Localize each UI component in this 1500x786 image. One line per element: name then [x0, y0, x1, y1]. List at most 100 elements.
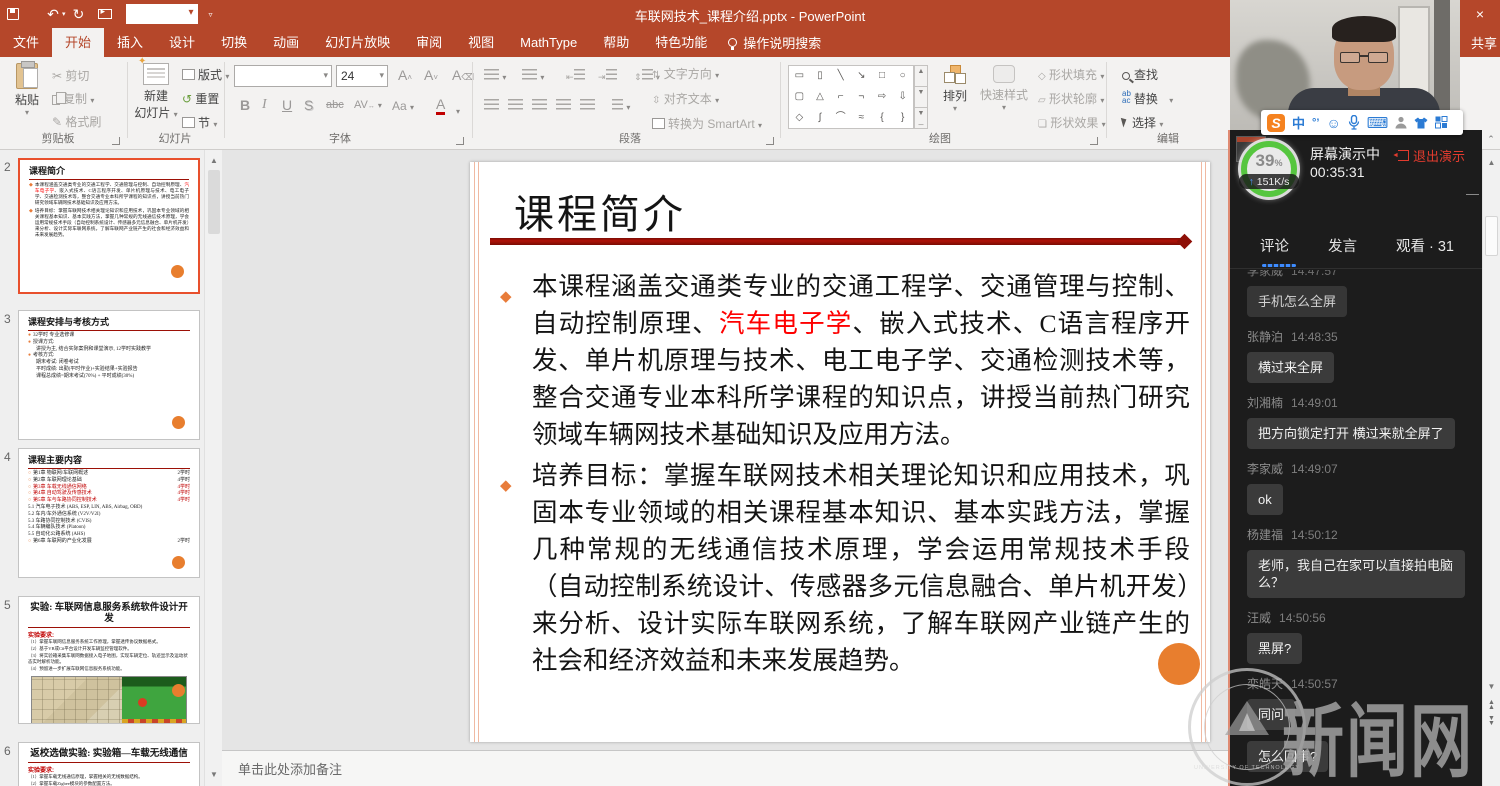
- font-dialog-launcher[interactable]: [456, 137, 464, 145]
- replace-button[interactable]: abac替换 ▾: [1122, 90, 1173, 107]
- shapes-scroll-up[interactable]: ▲: [914, 65, 928, 87]
- share-button[interactable]: 共享: [1471, 33, 1497, 52]
- underline-button[interactable]: U: [282, 97, 292, 113]
- redo-button[interactable]: ↻: [66, 6, 92, 23]
- slide-title[interactable]: 课程简介: [514, 182, 686, 240]
- change-case-button[interactable]: Aa ▾: [392, 99, 414, 113]
- meeting-tab-0[interactable]: 评论: [1260, 232, 1289, 266]
- ribbon-tab-8[interactable]: 视图: [455, 28, 507, 57]
- arrange-button[interactable]: 排列▾: [938, 65, 972, 113]
- ime-toolbar[interactable]: S 中 °’ ☺ ⌨: [1261, 110, 1463, 135]
- emoji-icon[interactable]: ☺: [1326, 115, 1340, 131]
- ribbon-tab-3[interactable]: 设计: [156, 28, 208, 57]
- align-left-button[interactable]: [484, 99, 499, 113]
- new-slide-button[interactable]: 新建 幻灯片 ▾: [133, 63, 179, 121]
- distribute-button[interactable]: [580, 99, 595, 113]
- slide-thumbnail-5[interactable]: 实验: 车联网信息服务系统软件设计开发实验要求:（1）掌握车联网信息服务系统工作…: [18, 596, 200, 724]
- shape-glyph-0[interactable]: ▭: [795, 70, 804, 82]
- shape-outline-button[interactable]: ▱ 形状轮廓 ▾: [1038, 90, 1104, 107]
- select-button[interactable]: 选择 ▾: [1122, 114, 1163, 131]
- decrease-font-button[interactable]: A˅: [424, 67, 438, 83]
- next-slide-icon[interactable]: ▼▼: [1483, 716, 1500, 726]
- bold-button[interactable]: B: [240, 97, 250, 113]
- italic-button[interactable]: I: [262, 97, 267, 113]
- ribbon-tab-5[interactable]: 动画: [260, 28, 312, 57]
- punctuation-icon[interactable]: °’: [1312, 117, 1319, 129]
- skin-icon[interactable]: [1414, 117, 1428, 129]
- shapes-scroll-down[interactable]: ▼: [914, 86, 928, 108]
- quick-styles-button[interactable]: 快速样式▾: [976, 65, 1032, 112]
- shape-glyph-2[interactable]: ╲: [838, 70, 844, 82]
- justify-button[interactable]: [556, 99, 571, 113]
- section-button[interactable]: 节 ▾: [182, 114, 217, 131]
- decrease-indent-button[interactable]: ⇤: [566, 69, 585, 83]
- chinese-mode-icon[interactable]: 中: [1292, 113, 1305, 132]
- shape-fill-button[interactable]: ◇ 形状填充 ▾: [1038, 66, 1104, 83]
- shape-glyph-3[interactable]: ↘: [857, 70, 865, 82]
- start-slideshow-button[interactable]: [92, 9, 118, 19]
- increase-font-button[interactable]: A˄: [398, 67, 412, 83]
- font-color-button[interactable]: A: [436, 97, 445, 115]
- increase-indent-button[interactable]: ⇥: [598, 69, 617, 83]
- slide-thumbnail-4[interactable]: 课程主要内容○第1章 物联网/车联网概述2学时○第2章 车联网理论基础4学时○第…: [18, 448, 200, 578]
- ribbon-tab-11[interactable]: 特色功能: [642, 28, 720, 57]
- quick-access-combobox[interactable]: [126, 4, 198, 24]
- thumb-scroll-down-icon[interactable]: ▼: [205, 770, 223, 779]
- shape-glyph-6[interactable]: ▢: [795, 91, 804, 103]
- strikethrough-button[interactable]: abc: [326, 99, 344, 111]
- text-direction-button[interactable]: ⇅ 文字方向 ▾: [652, 65, 719, 82]
- columns-button[interactable]: ▾: [612, 99, 630, 113]
- shape-glyph-15[interactable]: ≈: [859, 112, 865, 124]
- previous-slide-icon[interactable]: ▲▲: [1483, 700, 1500, 710]
- ribbon-tab-4[interactable]: 切换: [208, 28, 260, 57]
- ribbon-tab-0[interactable]: 文件: [0, 28, 52, 57]
- character-spacing-button[interactable]: AV↔ ▾: [354, 99, 382, 111]
- shapes-gallery[interactable]: ▭▯╲↘□○▢△⌐¬⇨⇩◇∫⌒≈{}: [788, 65, 914, 129]
- shape-glyph-17[interactable]: }: [901, 112, 904, 124]
- align-text-button[interactable]: ⇳ 对齐文本 ▾: [652, 90, 719, 107]
- cut-button[interactable]: ✂ 剪切: [52, 67, 89, 84]
- microphone-icon[interactable]: [1348, 115, 1360, 130]
- shape-glyph-13[interactable]: ∫: [819, 112, 822, 124]
- panel-collapse-handle[interactable]: —: [1466, 186, 1479, 201]
- toolbox-grid-icon[interactable]: [1435, 116, 1448, 129]
- copy-button[interactable]: 复制 ▾: [52, 90, 94, 107]
- thumb-scroll-up-icon[interactable]: ▲: [205, 156, 223, 165]
- ribbon-collapse-icon[interactable]: ⌃: [1483, 134, 1499, 145]
- format-painter-button[interactable]: ✎ 格式刷: [52, 113, 101, 130]
- bullets-button[interactable]: ▾: [484, 69, 506, 83]
- thumbnail-scrollbar[interactable]: ▲ ▼: [204, 150, 222, 786]
- font-color-dropdown[interactable]: ▾: [456, 101, 460, 117]
- shapes-more-button[interactable]: ▼─: [914, 107, 928, 129]
- shape-glyph-12[interactable]: ◇: [795, 112, 803, 124]
- numbering-button[interactable]: ▾: [522, 69, 544, 83]
- meeting-tab-2[interactable]: 观看 · 31: [1396, 232, 1454, 266]
- main-scrollbar[interactable]: ▲ ▼ ▲▲ ▼▼: [1482, 150, 1500, 786]
- layout-button[interactable]: 版式 ▾: [182, 66, 229, 83]
- paragraph-dialog-launcher[interactable]: [766, 137, 774, 145]
- person-icon[interactable]: [1395, 116, 1407, 129]
- meeting-tab-1[interactable]: 发言: [1328, 232, 1357, 266]
- slide-thumbnail-3[interactable]: 课程安排与考核方式●32学时 专业选修课●授课方式:讲授为主, 结合实际案例和课…: [18, 310, 200, 440]
- ribbon-tab-6[interactable]: 幻灯片放映: [312, 28, 403, 57]
- align-center-button[interactable]: [508, 99, 523, 113]
- shape-glyph-16[interactable]: {: [880, 112, 883, 124]
- slide-thumbnail-6[interactable]: 返校选做实验: 实验箱—车载无线通信实验要求:（1）掌握车载无线通信原理，掌握相…: [18, 742, 200, 786]
- ribbon-tab-2[interactable]: 插入: [104, 28, 156, 57]
- slide-editor[interactable]: 课程简介 ◆本课程涵盖交通类专业的交通工程学、交通管理与控制、自动控制原理、汽车…: [470, 162, 1210, 742]
- clipboard-dialog-launcher[interactable]: [112, 137, 120, 145]
- find-button[interactable]: 查找: [1122, 66, 1158, 83]
- paste-button[interactable]: 粘贴▾: [8, 63, 46, 117]
- shape-glyph-1[interactable]: ▯: [817, 70, 823, 82]
- ribbon-tab-1[interactable]: 开始: [52, 28, 104, 57]
- shape-glyph-14[interactable]: ⌒: [836, 112, 846, 124]
- shape-glyph-11[interactable]: ⇩: [898, 91, 906, 103]
- window-close-button[interactable]: ×: [1468, 5, 1492, 23]
- keyboard-icon[interactable]: ⌨: [1367, 114, 1389, 132]
- shape-glyph-7[interactable]: △: [816, 91, 824, 103]
- clear-formatting-button[interactable]: A⌫: [452, 67, 474, 83]
- shape-glyph-8[interactable]: ⌐: [838, 91, 844, 103]
- ribbon-tab-7[interactable]: 审阅: [403, 28, 455, 57]
- thumb-scrollbar-thumb[interactable]: [208, 170, 220, 234]
- sogou-logo-icon[interactable]: S: [1267, 114, 1285, 132]
